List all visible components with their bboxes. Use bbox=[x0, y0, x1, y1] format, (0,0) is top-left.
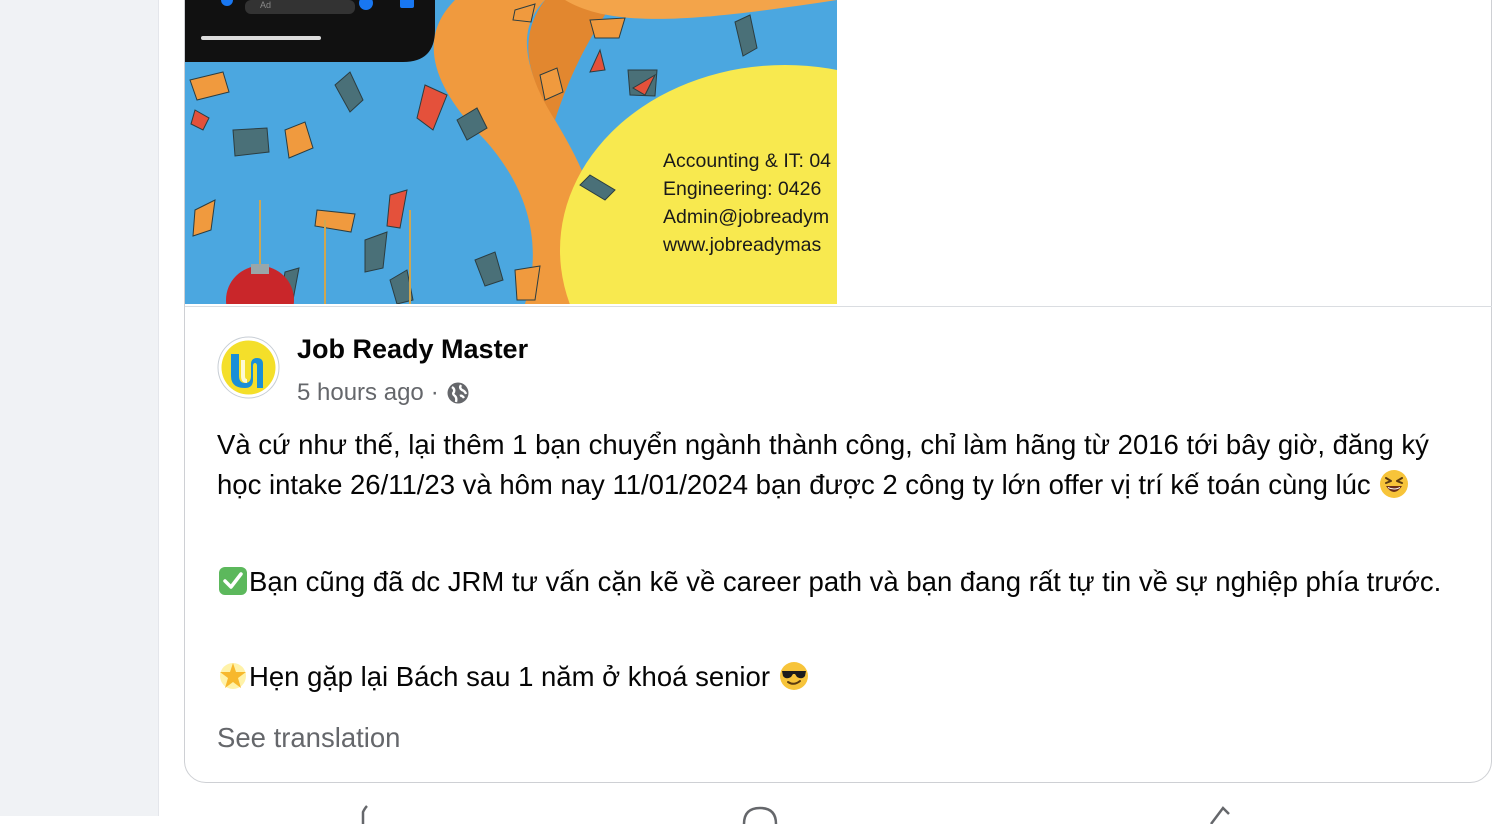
left-gutter bbox=[0, 0, 159, 816]
check-mark-button-icon bbox=[217, 565, 249, 597]
post-paragraph-2: Bạn cũng đã dc JRM tư vấn cặn kẽ về care… bbox=[217, 562, 1452, 602]
contact-accounting: Accounting & IT: 04 bbox=[663, 150, 832, 172]
media-divider bbox=[185, 306, 1492, 307]
post-meta: 5 hours ago · bbox=[297, 376, 470, 410]
meta-separator: · bbox=[430, 379, 439, 406]
author-name[interactable]: Job Ready Master bbox=[297, 334, 528, 365]
laughing-emoji-icon bbox=[1378, 468, 1410, 500]
share-icon[interactable] bbox=[1205, 804, 1245, 824]
post-paragraph-2-text: Bạn cũng đã dc JRM tư vấn cặn kẽ về care… bbox=[249, 566, 1442, 597]
post-paragraph-1-text: Và cứ như thế, lại thêm 1 bạn chuyển ngà… bbox=[217, 429, 1429, 500]
post-paragraph-3: Hẹn gặp lại Bách sau 1 năm ở khoá senior bbox=[217, 657, 1452, 697]
ad-label: Ad bbox=[260, 0, 271, 10]
post-image[interactable]: Ad Accounting & IT: 04 Engineering: 0426… bbox=[185, 0, 837, 304]
see-translation-link[interactable]: See translation bbox=[217, 722, 400, 754]
post-paragraph-1: Và cứ như thế, lại thêm 1 bạn chuyển ngà… bbox=[217, 425, 1452, 505]
author-avatar[interactable] bbox=[217, 336, 280, 399]
contact-email: Admin@jobreadym bbox=[663, 206, 830, 228]
sunglasses-emoji-icon bbox=[778, 660, 810, 692]
post-paragraph-3-text: Hẹn gặp lại Bách sau 1 năm ở khoá senior bbox=[249, 661, 770, 692]
contact-engineering: Engineering: 0426 bbox=[663, 178, 822, 200]
like-icon[interactable] bbox=[355, 804, 395, 824]
contact-website: www.jobreadymas bbox=[663, 234, 822, 256]
post-time[interactable]: 5 hours ago bbox=[297, 379, 424, 407]
globe-icon[interactable] bbox=[446, 381, 470, 405]
comment-icon[interactable] bbox=[740, 804, 780, 824]
glowing-star-icon bbox=[217, 660, 249, 692]
